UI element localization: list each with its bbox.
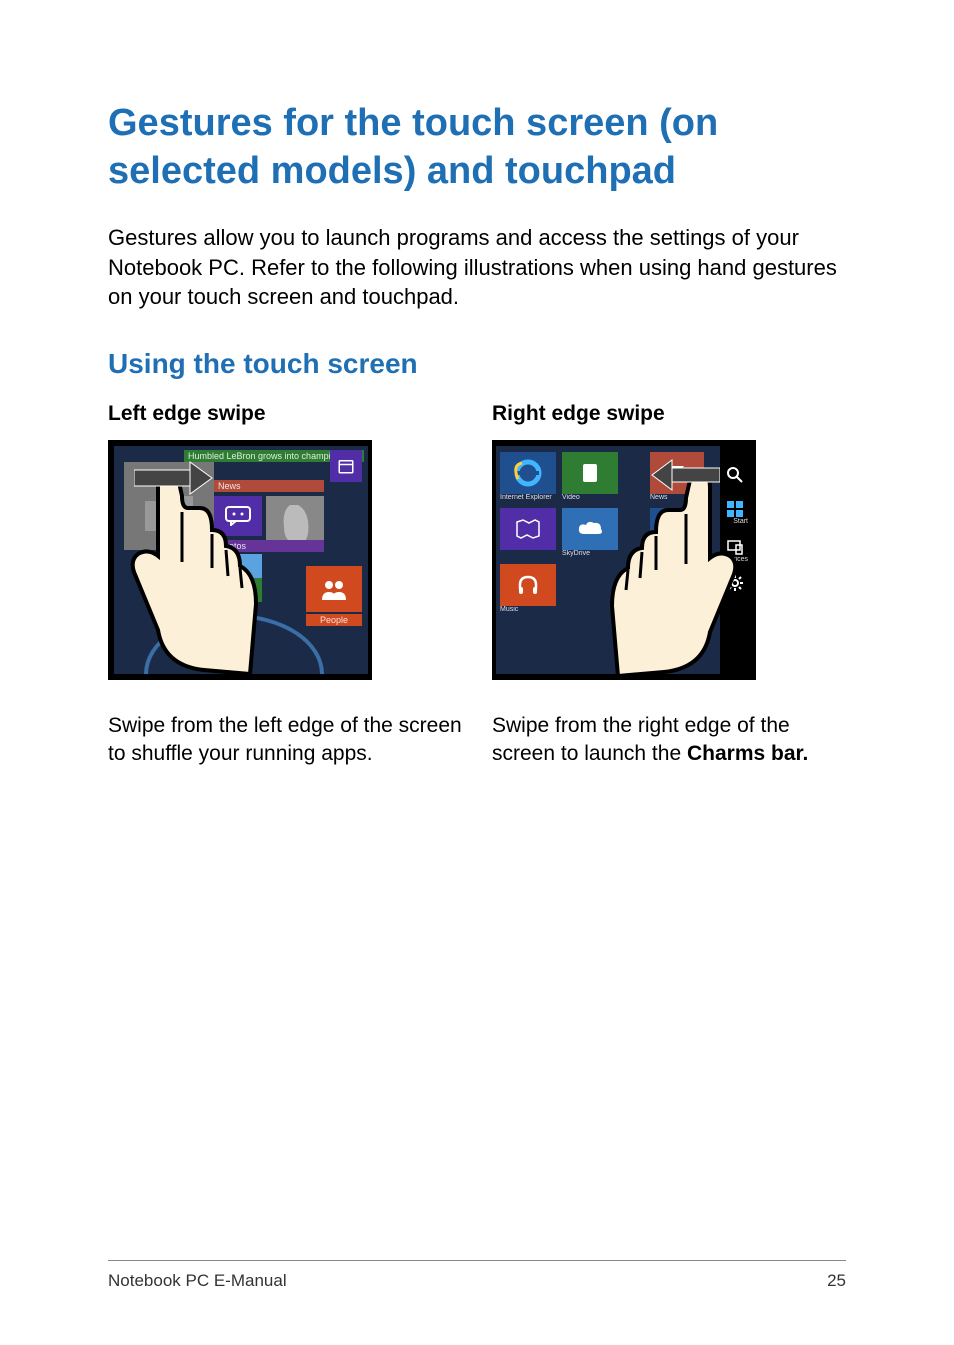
page-title: Gestures for the touch screen (on select… [108,100,846,195]
swipe-right-arrow-icon [134,460,214,496]
people-tile [306,566,362,612]
left-swipe-illustration: Humbled LeBron grows into champion News [108,440,372,680]
charms-bar-label: Charms bar. [687,742,808,765]
calendar-icon [337,457,355,475]
section-heading: Using the touch screen [108,348,846,380]
swipe-left-arrow-icon [650,458,720,492]
page-footer: Notebook PC E-Manual 25 [108,1260,846,1291]
left-swipe-description: Swipe from the left edge of the screen t… [108,712,462,769]
ie-label: Internet Explorer [500,494,552,501]
music-label: Music [500,606,518,613]
hand-pointer-icon [108,464,270,680]
ie-icon [514,459,542,487]
right-swipe-illustration: Internet Explorer Video News [492,440,756,680]
ie-tile [500,452,556,494]
right-column: Right edge swipe Internet Explorer Video [492,402,846,769]
maps-icon [515,518,541,540]
video-label: Video [562,494,580,501]
music-tile [500,564,556,606]
calendar-tile [330,450,362,482]
headphones-icon [516,573,540,597]
people-label: People [320,615,348,625]
people-icon [319,578,349,600]
left-column: Left edge swipe Humbled LeBron grows int… [108,402,462,769]
right-swipe-description: Swipe from the right edge of the screen … [492,712,846,769]
left-swipe-label: Left edge swipe [108,402,462,426]
footer-title: Notebook PC E-Manual [108,1271,287,1291]
hand-pointer-icon [598,466,756,680]
page-number: 25 [827,1271,846,1291]
right-swipe-label: Right edge swipe [492,402,846,426]
intro-paragraph: Gestures allow you to launch programs an… [108,223,846,312]
skydrive-label: SkyDrive [562,550,590,557]
maps-tile [500,508,556,550]
